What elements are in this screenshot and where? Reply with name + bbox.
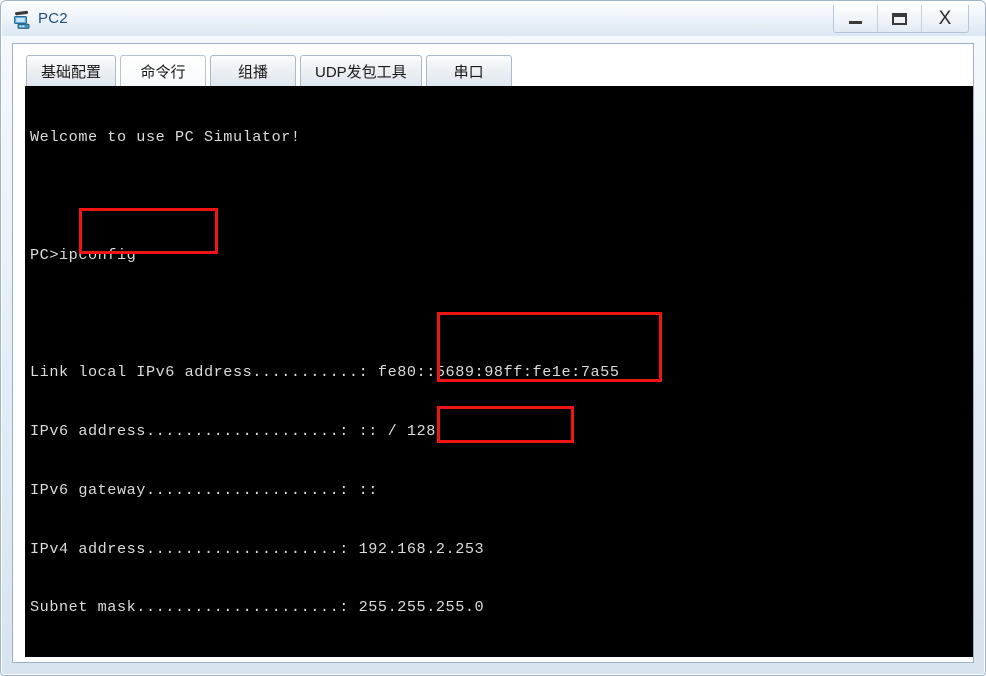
terminal-line: IPv6 address....................: :: / 1… <box>30 422 436 441</box>
minimize-button[interactable] <box>834 5 878 32</box>
terminal-output: Welcome to use PC Simulator! PC>ipconfig… <box>30 89 620 657</box>
tab-label: UDP发包工具 <box>315 63 407 81</box>
tab-serial-port[interactable]: 串口 <box>425 55 512 86</box>
terminal-line: Subnet mask.....................: 255.25… <box>30 598 485 617</box>
terminal-console[interactable]: Welcome to use PC Simulator! PC>ipconfig… <box>25 86 973 657</box>
terminal-line: Link local IPv6 address...........: fe80… <box>30 363 620 382</box>
tab-label: 基础配置 <box>41 63 102 81</box>
maximize-icon <box>892 12 907 25</box>
close-button[interactable]: X <box>922 5 968 32</box>
terminal-line: Welcome to use PC Simulator! <box>30 128 301 147</box>
pc-device-icon <box>12 8 34 30</box>
tab-command-line[interactable]: 命令行 <box>120 55 207 86</box>
tab-basic-config[interactable]: 基础配置 <box>26 55 117 86</box>
tab-label: 串口 <box>453 63 484 81</box>
window-controls: X <box>833 5 969 33</box>
tab-udp-packet-tool[interactable]: UDP发包工具 <box>300 55 422 86</box>
maximize-button[interactable] <box>878 5 922 32</box>
client-area: 基础配置 命令行 组播 UDP发包工具 串口 Welcome to use PC… <box>12 43 974 663</box>
minimize-icon <box>849 21 862 24</box>
window-title: PC2 <box>38 10 68 27</box>
terminal-line: IPv4 address....................: 192.16… <box>30 539 485 558</box>
close-icon: X <box>938 8 952 29</box>
tab-multicast[interactable]: 组播 <box>210 55 297 86</box>
tab-label: 组播 <box>238 63 269 81</box>
terminal-line: PC>ipconfig <box>30 245 137 264</box>
pc2-window: PC2 X 基础配置 命令行 组播 UDP发包工具 串口 Welcome to … <box>0 0 986 676</box>
tab-bar: 基础配置 命令行 组播 UDP发包工具 串口 <box>13 44 973 86</box>
tab-label: 命令行 <box>140 63 186 81</box>
title-bar[interactable]: PC2 X <box>2 2 985 36</box>
terminal-line: IPv6 gateway....................: :: <box>30 480 378 499</box>
